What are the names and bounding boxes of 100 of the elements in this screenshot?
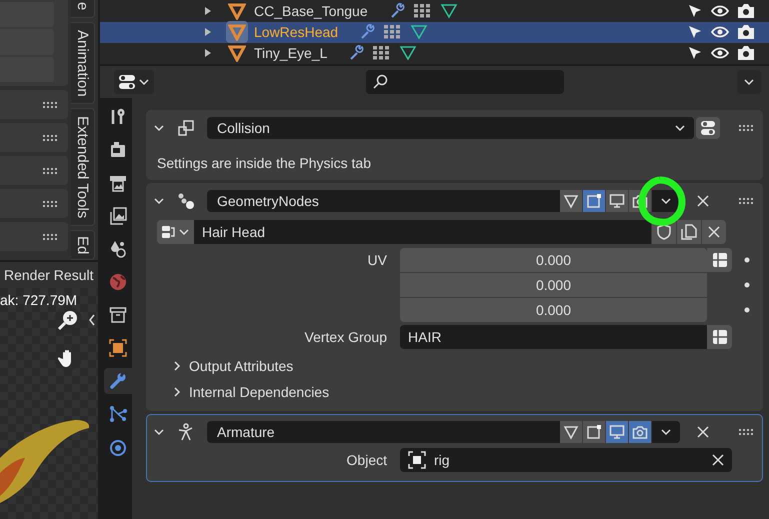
sidebar-tab[interactable]: Extended Tools [71, 108, 95, 226]
outliner-row[interactable]: CC_Base_Tongue [100, 0, 769, 22]
memory-text: ak: 727.79M [0, 292, 78, 308]
toggle-switch-icon [118, 74, 136, 90]
wrench-icon [390, 3, 406, 19]
number-field[interactable]: 0.000 [400, 273, 707, 297]
eye-icon[interactable] [711, 4, 729, 18]
subpanel-title[interactable]: Internal Dependencies [189, 384, 330, 400]
square-vertices-icon [586, 193, 602, 209]
drag-handle-icon[interactable] [738, 124, 754, 132]
orbit-icon [109, 438, 127, 456]
toggle-button[interactable] [560, 421, 583, 443]
toggle-button[interactable] [583, 190, 606, 212]
node-tree-icon [161, 224, 177, 240]
node-group-field[interactable]: Hair Head [194, 220, 651, 244]
subpanel-title[interactable]: Output Attributes [189, 358, 294, 374]
property-label: Vertex Group [304, 328, 388, 347]
cursor-icon[interactable] [687, 45, 703, 61]
keyframe-dot-icon[interactable] [744, 307, 750, 313]
property-label: Object [346, 451, 388, 470]
camera-icon[interactable] [737, 3, 755, 19]
stick-figure-icon [177, 423, 195, 441]
attribute-toggle-icon [712, 252, 728, 268]
vertex-triangle-icon [410, 24, 428, 40]
toggle-button[interactable] [629, 421, 652, 443]
camera-icon[interactable] [737, 45, 755, 61]
sidebar-tab[interactable]: Animation [71, 22, 95, 104]
node-group-selector[interactable] [157, 220, 194, 244]
box-icon [109, 306, 127, 324]
wrench-icon [349, 45, 366, 61]
number-field[interactable]: 0.000 [400, 298, 707, 322]
duplicate-button[interactable] [676, 220, 701, 244]
search-field[interactable] [366, 70, 564, 94]
eye-icon[interactable] [711, 46, 729, 60]
input-attribute-button[interactable] [707, 248, 732, 272]
options-dropdown-button[interactable] [737, 70, 761, 94]
input-attribute-button[interactable] [707, 325, 732, 349]
object-name: LowResHead [254, 24, 338, 40]
grid-icon [414, 3, 432, 19]
image-title: Render Result [0, 262, 98, 288]
number-field[interactable]: 0.000 [400, 248, 707, 272]
wrench-icon [109, 372, 127, 390]
outliner-row[interactable]: Tiny_Eye_L [100, 42, 769, 64]
drag-handle-icon[interactable] [42, 166, 58, 174]
close-icon[interactable] [697, 195, 709, 207]
sidebar-tab[interactable]: Ed [71, 230, 95, 260]
outliner-row[interactable]: LowResHead [100, 22, 769, 42]
drag-handle-icon[interactable] [42, 100, 58, 108]
expand-arrow-icon[interactable] [204, 48, 212, 58]
camera-icon [632, 193, 648, 209]
cursor-icon[interactable] [687, 3, 703, 19]
cursor-icon[interactable] [687, 24, 703, 40]
expand-arrow-icon[interactable] [204, 27, 212, 37]
triangle-icon [228, 2, 246, 20]
image-stack-icon [109, 207, 127, 225]
close-icon[interactable] [697, 426, 709, 438]
modifier-name-field[interactable]: GeometryNodes [207, 190, 680, 212]
modifier-name-field[interactable]: Armature [207, 421, 680, 443]
editor-type-button[interactable] [114, 70, 154, 94]
modifier-name-field[interactable]: Collision [207, 117, 694, 139]
drag-handle-icon[interactable] [738, 428, 754, 436]
node-graph-icon [109, 405, 127, 423]
object-name: Tiny_Eye_L [254, 45, 328, 61]
text-field[interactable]: HAIR [400, 325, 707, 349]
toggle-button[interactable] [606, 190, 629, 212]
keyframe-dot-icon[interactable] [744, 257, 750, 263]
drag-handle-icon[interactable] [738, 197, 754, 205]
object-field[interactable]: rig [400, 448, 732, 472]
toggle-button[interactable] [583, 421, 606, 443]
sidebar-tab[interactable]: e [71, 0, 95, 18]
grid-icon [384, 24, 402, 40]
zoom-icon [57, 309, 79, 331]
vertex-triangle-icon [563, 193, 579, 209]
clear-icon[interactable] [712, 454, 724, 466]
search-icon [372, 74, 388, 90]
pin-toggle-button[interactable] [696, 117, 720, 139]
unlink-button[interactable] [701, 220, 726, 244]
expand-arrow-icon[interactable] [204, 6, 212, 16]
shapes-icon [109, 240, 127, 258]
camera-icon [632, 424, 648, 440]
camera-icon[interactable] [737, 24, 755, 40]
wrench-icon [360, 24, 376, 40]
toggle-button[interactable] [606, 421, 629, 443]
drag-handle-icon[interactable] [42, 200, 58, 208]
zoom-button[interactable] [54, 306, 82, 334]
close-icon[interactable] [708, 226, 720, 238]
toggle-button[interactable] [560, 190, 583, 212]
eye-icon[interactable] [711, 25, 729, 39]
vertex-triangle-icon [440, 3, 458, 19]
square-vertices-icon [586, 424, 602, 440]
ring-marking [636, 176, 688, 228]
monitor-icon [609, 424, 625, 440]
grid-icon [373, 45, 392, 61]
pan-button[interactable] [54, 344, 82, 372]
camera-back-icon [109, 141, 127, 159]
triangle-icon [228, 23, 246, 41]
drag-handle-icon[interactable] [42, 134, 58, 142]
keyframe-dot-icon[interactable] [744, 282, 750, 288]
object-icon [408, 451, 426, 469]
drag-handle-icon[interactable] [42, 232, 58, 240]
